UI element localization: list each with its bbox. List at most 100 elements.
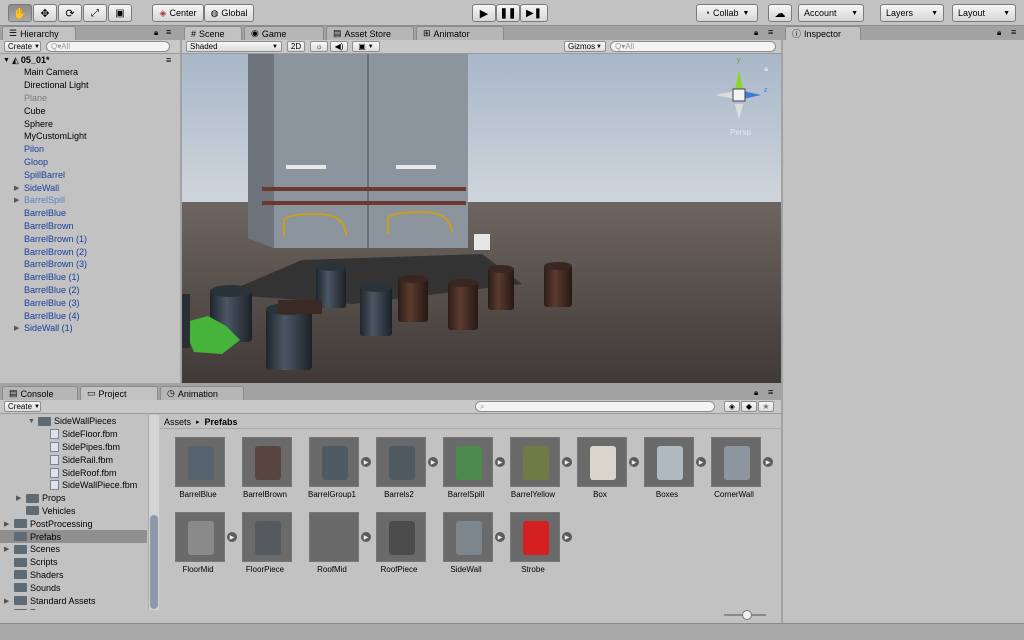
hierarchy-item[interactable]: Cube xyxy=(14,104,180,117)
asset-item[interactable]: ▶ FloorMid xyxy=(168,512,237,587)
folder-tree-item[interactable]: SideWallPiece.fbm xyxy=(0,479,147,492)
layers-dropdown[interactable]: Layers ▼ xyxy=(880,4,944,22)
folder-tree-item[interactable]: Sounds xyxy=(0,581,147,594)
tab-animator[interactable]: ⊞ Animator xyxy=(416,26,504,40)
fold-open-icon[interactable]: ▼ xyxy=(28,418,38,425)
lock-icon[interactable]: 🔒︎ xyxy=(154,28,158,38)
hierarchy-item[interactable]: BarrelBrown (1) xyxy=(14,232,180,245)
pause-button[interactable]: ❚❚ xyxy=(496,4,520,22)
folder-tree-item[interactable]: SidePipes.fbm xyxy=(0,441,147,454)
hierarchy-item[interactable]: BarrelBlue (1) xyxy=(14,271,180,284)
gizmos-dropdown[interactable]: Gizmos ▼ xyxy=(564,41,606,52)
breadcrumb-assets[interactable]: Assets xyxy=(164,417,191,427)
tab-project[interactable]: ▭ Project xyxy=(80,386,158,400)
asset-item[interactable]: ▶ BarrelGroup1 xyxy=(302,437,371,512)
tree-scrollbar[interactable] xyxy=(148,415,159,610)
account-dropdown[interactable]: Account ▼ xyxy=(798,4,864,22)
tab-asset-store[interactable]: ▤ Asset Store xyxy=(326,26,414,40)
filter-label-button[interactable]: ◆ xyxy=(741,401,757,412)
hierarchy-item[interactable]: ▶ BarrelSpill xyxy=(14,194,180,207)
project-create-button[interactable]: Create ▼ xyxy=(4,401,41,412)
asset-item[interactable]: ▶ BarrelYellow xyxy=(503,437,572,512)
hierarchy-item[interactable]: BarrelBlue (3) xyxy=(14,296,180,309)
asset-item[interactable]: ▶ Boxes xyxy=(637,437,706,512)
lock-icon[interactable]: 🔒︎ xyxy=(754,28,758,38)
fold-closed-icon[interactable]: ▶ xyxy=(14,324,24,332)
shading-dropdown[interactable]: Shaded ▼ xyxy=(186,41,282,52)
hierarchy-item[interactable]: Sphere xyxy=(14,117,180,130)
rect-tool-button[interactable]: ▣ xyxy=(108,4,132,22)
fold-closed-icon[interactable]: ▶ xyxy=(4,545,14,553)
asset-item[interactable]: RoofPiece xyxy=(369,512,429,587)
thumbnail-size-slider[interactable] xyxy=(724,610,766,620)
folder-tree-item[interactable]: SideFloor.fbm xyxy=(0,428,147,441)
folder-tree-item[interactable]: ▼ SideWallPieces xyxy=(0,415,147,428)
tab-console[interactable]: ▤ Console xyxy=(2,386,78,400)
scene-menu-icon[interactable]: ≡ xyxy=(166,55,171,65)
hierarchy-item[interactable]: BarrelBlue xyxy=(14,207,180,220)
hierarchy-item[interactable]: BarrelBlue (4) xyxy=(14,309,180,322)
project-search-input[interactable]: ⌕ xyxy=(475,401,715,412)
hierarchy-search-input[interactable]: Q▾All xyxy=(46,41,170,52)
asset-item[interactable]: BarrelBlue xyxy=(168,437,228,512)
folder-tree-item[interactable]: Scripts xyxy=(0,556,147,569)
tab-animation[interactable]: ◷ Animation xyxy=(160,386,244,400)
lock-icon[interactable]: 🔒︎ xyxy=(997,28,1001,38)
folder-tree-item[interactable]: ▶ Props xyxy=(0,492,147,505)
fold-closed-icon[interactable]: ▶ xyxy=(14,196,24,204)
favorites-button[interactable]: ★ xyxy=(758,401,774,412)
slider-thumb[interactable] xyxy=(742,610,752,620)
hierarchy-item[interactable]: Directional Light xyxy=(14,79,180,92)
folder-tree-item[interactable]: Vehicles xyxy=(0,505,147,518)
play-button[interactable]: ▶ xyxy=(472,4,496,22)
space-toggle-button[interactable]: ◍ Global xyxy=(204,4,254,22)
hierarchy-create-button[interactable]: Create ▼ xyxy=(4,41,41,52)
layout-dropdown[interactable]: Layout ▼ xyxy=(952,4,1016,22)
fold-open-icon[interactable]: ▼ xyxy=(0,57,10,64)
hierarchy-item[interactable]: BarrelBrown (2) xyxy=(14,245,180,258)
hierarchy-item[interactable]: ▶ SideWall xyxy=(14,181,180,194)
scene-search-input[interactable]: Q▾All xyxy=(610,41,776,52)
cloud-button[interactable]: ☁ xyxy=(768,4,792,22)
step-button[interactable]: ▶❚ xyxy=(520,4,548,22)
scale-tool-button[interactable]: ⤢ xyxy=(83,4,107,22)
hierarchy-item[interactable]: BarrelBrown (3) xyxy=(14,258,180,271)
effects-dropdown[interactable]: ▣ ▼ xyxy=(352,41,380,52)
filter-type-button[interactable]: ◈ xyxy=(724,401,740,412)
hierarchy-item[interactable]: Plane xyxy=(14,92,180,105)
perspective-label[interactable]: Persp xyxy=(730,128,751,137)
asset-item[interactable]: ▶ RoofMid xyxy=(302,512,371,587)
hierarchy-item[interactable]: Pilon xyxy=(14,143,180,156)
tab-game[interactable]: ◉ Game xyxy=(244,26,324,40)
asset-item[interactable]: ▶ Barrels2 xyxy=(369,437,438,512)
fold-closed-icon[interactable]: ▶ xyxy=(4,597,14,605)
asset-item[interactable]: ▶ CornerWall xyxy=(704,437,773,512)
panel-menu-icon[interactable]: ≡ xyxy=(166,27,171,37)
expand-prefab-icon[interactable]: ▶ xyxy=(562,532,572,542)
hierarchy-item[interactable]: BarrelBlue (2) xyxy=(14,284,180,297)
toggle-2d-button[interactable]: 2D xyxy=(287,41,305,52)
lighting-toggle[interactable]: ☼ xyxy=(310,41,328,52)
fold-closed-icon[interactable]: ▶ xyxy=(14,184,24,192)
panel-menu-icon[interactable]: ≡ xyxy=(768,387,773,397)
tab-scene[interactable]: # Scene xyxy=(184,26,242,40)
folder-tree-item[interactable]: ▶ Standard Assets xyxy=(0,594,147,607)
panel-menu-icon[interactable]: ≡ xyxy=(1011,27,1016,37)
asset-item[interactable]: ▶ BarrelSpill xyxy=(436,437,505,512)
pivot-toggle-button[interactable]: ◈ Center xyxy=(152,4,204,22)
rotate-tool-button[interactable]: ⟳ xyxy=(58,4,82,22)
lock-icon[interactable]: 🔒︎ xyxy=(754,388,758,398)
folder-tree-item[interactable]: Shaders xyxy=(0,569,147,582)
audio-toggle[interactable]: ◀) xyxy=(330,41,348,52)
asset-item[interactable]: ▶ Box xyxy=(570,437,639,512)
folder-tree-item[interactable]: Textures xyxy=(0,607,147,610)
folder-tree-item[interactable]: Prefabs xyxy=(0,530,147,543)
hierarchy-item[interactable]: SpillBarrel xyxy=(14,168,180,181)
tab-inspector[interactable]: ⓘ Inspector xyxy=(785,26,861,40)
scene-root-row[interactable]: ▼ ◭ 05_01* ≡ xyxy=(0,54,180,66)
hierarchy-item[interactable]: Main Camera xyxy=(14,66,180,79)
panel-menu-icon[interactable]: ≡ xyxy=(768,27,773,37)
asset-item[interactable]: ▶ Strobe xyxy=(503,512,572,587)
gizmo-lock-icon[interactable]: 🔒︎ xyxy=(764,64,768,74)
move-tool-button[interactable]: ✥ xyxy=(33,4,57,22)
